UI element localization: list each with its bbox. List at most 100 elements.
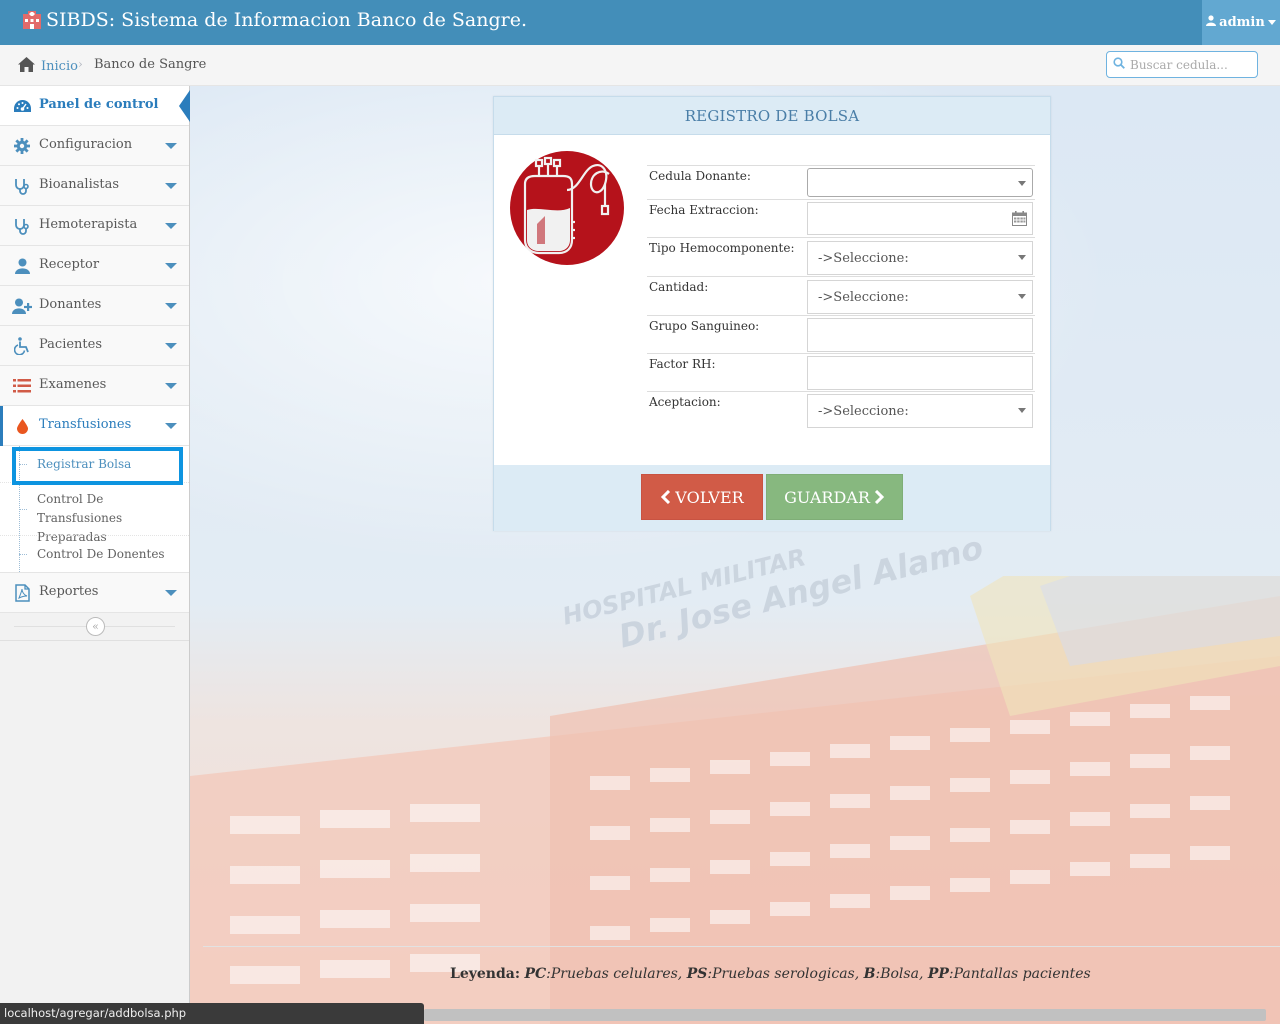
cedula-donante-select[interactable] [807, 168, 1033, 197]
factor-rh-input[interactable] [807, 356, 1033, 390]
legend-pp-text: :Pantallas pacientes [948, 966, 1091, 982]
form-title: REGISTRO DE BOLSA [684, 106, 860, 125]
form-row-fecha: Fecha Extraccion: [647, 199, 1035, 237]
calendar-icon[interactable] [1012, 211, 1027, 230]
horizontal-scrollbar[interactable] [424, 1009, 1266, 1021]
sidebar-item-transfusiones[interactable]: Transfusiones [0, 406, 189, 446]
double-chevron-left-icon[interactable]: « [86, 617, 105, 636]
volver-label: VOLVER [675, 487, 744, 507]
list-icon [12, 376, 32, 396]
legend-ps-text: :Pruebas serologicas, [707, 966, 864, 982]
sidebar-item-label: Pacientes [39, 337, 103, 352]
user-name: admin [1219, 15, 1265, 30]
caret-down-icon [165, 143, 177, 149]
wheelchair-icon [12, 336, 32, 356]
chevron-down-icon [1018, 408, 1026, 413]
grupo-sanguineo-input[interactable] [807, 318, 1033, 352]
transfusiones-submenu: Registrar Bolsa Control De Transfusiones… [0, 446, 189, 573]
search-box [1106, 51, 1258, 78]
chevron-down-icon [1018, 255, 1026, 260]
sidebar-item-hemoterapista[interactable]: Hemoterapista [0, 206, 189, 246]
blood-bag-icon [510, 151, 624, 265]
breadcrumb: Inicio › Banco de Sangre [0, 45, 1280, 86]
fecha-extraccion-input[interactable] [807, 202, 1033, 235]
user-icon [1206, 15, 1217, 30]
caret-down-icon [165, 183, 177, 189]
form-label-aceptacion: Aceptacion: [649, 395, 721, 409]
legend-pp-code: PP [927, 966, 949, 982]
breadcrumb-home[interactable]: Inicio [18, 57, 78, 76]
sidebar-item-label: Bioanalistas [39, 177, 120, 192]
caret-down-icon [165, 423, 177, 429]
dashboard-icon [12, 96, 32, 116]
user-menu[interactable]: admin [1202, 0, 1280, 45]
legend-b-code: B [863, 966, 876, 982]
caret-down-icon [165, 590, 177, 596]
sidebar-item-label: Hemoterapista [39, 217, 138, 232]
search-input[interactable] [1130, 57, 1248, 72]
sidebar-item-label: Panel de control [39, 97, 159, 112]
submenu-item-label: Control De Donentes [37, 547, 165, 561]
breadcrumb-home-link[interactable]: Inicio [41, 59, 78, 74]
app-brand[interactable]: SIBDS: Sistema de Informacion Banco de S… [22, 9, 527, 31]
breadcrumb-current: Banco de Sangre [94, 57, 207, 72]
legend-ps-code: PS [686, 966, 708, 982]
form-row-aceptacion: Aceptacion: ->Seleccione: [647, 391, 1035, 430]
sidebar-item-label: Receptor [39, 257, 100, 272]
caret-down-icon [1267, 15, 1276, 30]
guardar-label: GUARDAR [784, 487, 870, 507]
sidebar-item-label: Examenes [39, 377, 107, 392]
legend: Leyenda: PC:Pruebas celulares, PS:Prueba… [450, 966, 1091, 982]
sidebar-item-receptor[interactable]: Receptor [0, 246, 189, 286]
sidebar-item-donantes[interactable]: Donantes [0, 286, 189, 326]
submenu-item-control-donentes[interactable]: Control De Donentes [0, 535, 189, 572]
caret-down-icon [165, 383, 177, 389]
form-label-factor: Factor RH: [649, 357, 716, 371]
caret-down-icon [165, 343, 177, 349]
volver-button[interactable]: VOLVER [641, 474, 763, 520]
submenu-item-control-transfusiones[interactable]: Control De Transfusiones Preparadas [0, 482, 189, 544]
form-row-cantidad: Cantidad: ->Seleccione: [647, 276, 1035, 315]
form-row-factor: Factor RH: [647, 353, 1035, 391]
sidebar-item-panel-de-control[interactable]: Panel de control [0, 86, 190, 126]
submenu-item-label: Registrar Bolsa [37, 457, 132, 471]
hospital-icon [22, 10, 42, 30]
navbar: SIBDS: Sistema de Informacion Banco de S… [0, 0, 1280, 45]
sidebar-collapse-row: « [0, 613, 189, 641]
sidebar-item-examenes[interactable]: Examenes [0, 366, 189, 406]
status-url: localhost/agregar/addbolsa.php [4, 1006, 187, 1020]
sidebar-item-reportes[interactable]: Reportes [0, 573, 189, 613]
caret-down-icon [165, 223, 177, 229]
legend-pc-text: :Pruebas celulares, [546, 966, 687, 982]
form-table: Cedula Donante: Fecha Extraccion: Tipo H… [647, 165, 1035, 430]
card-header: REGISTRO DE BOLSA [494, 97, 1050, 135]
submenu-item-registrar-bolsa[interactable]: Registrar Bolsa [0, 446, 189, 482]
sidebar-item-pacientes[interactable]: Pacientes [0, 326, 189, 366]
breadcrumb-separator-icon: › [78, 57, 83, 71]
legend-b-text: :Bolsa, [875, 966, 928, 982]
stethoscope-icon [12, 216, 32, 236]
browser-status-bar: localhost/agregar/addbolsa.php [0, 1003, 424, 1024]
aceptacion-select[interactable]: ->Seleccione: [807, 394, 1033, 428]
caret-down-icon [165, 263, 177, 269]
cantidad-select[interactable]: ->Seleccione: [807, 280, 1033, 314]
pdf-file-icon [12, 583, 32, 603]
sidebar-item-label: Reportes [39, 584, 99, 599]
chevron-right-icon [874, 490, 885, 504]
form-label-fecha: Fecha Extraccion: [649, 203, 759, 217]
user-icon [12, 256, 32, 276]
sidebar-item-label: Donantes [39, 297, 102, 312]
form-label-cantidad: Cantidad: [649, 280, 709, 294]
chevron-left-icon [661, 490, 671, 504]
sidebar-item-label: Transfusiones [39, 417, 132, 432]
sidebar-item-configuracion[interactable]: Configuracion [0, 126, 189, 166]
form-label-grupo: Grupo Sanguineo: [649, 319, 760, 333]
chevron-down-icon [1018, 294, 1026, 299]
guardar-button[interactable]: GUARDAR [766, 474, 903, 520]
tipo-hemocomponente-select[interactable]: ->Seleccione: [807, 241, 1033, 275]
form-row-cedula: Cedula Donante: [647, 165, 1035, 199]
hospital-background-image [190, 576, 1280, 1024]
sidebar-item-bioanalistas[interactable]: Bioanalistas [0, 166, 189, 206]
stethoscope-icon [12, 176, 32, 196]
chevron-down-icon [1018, 181, 1026, 186]
